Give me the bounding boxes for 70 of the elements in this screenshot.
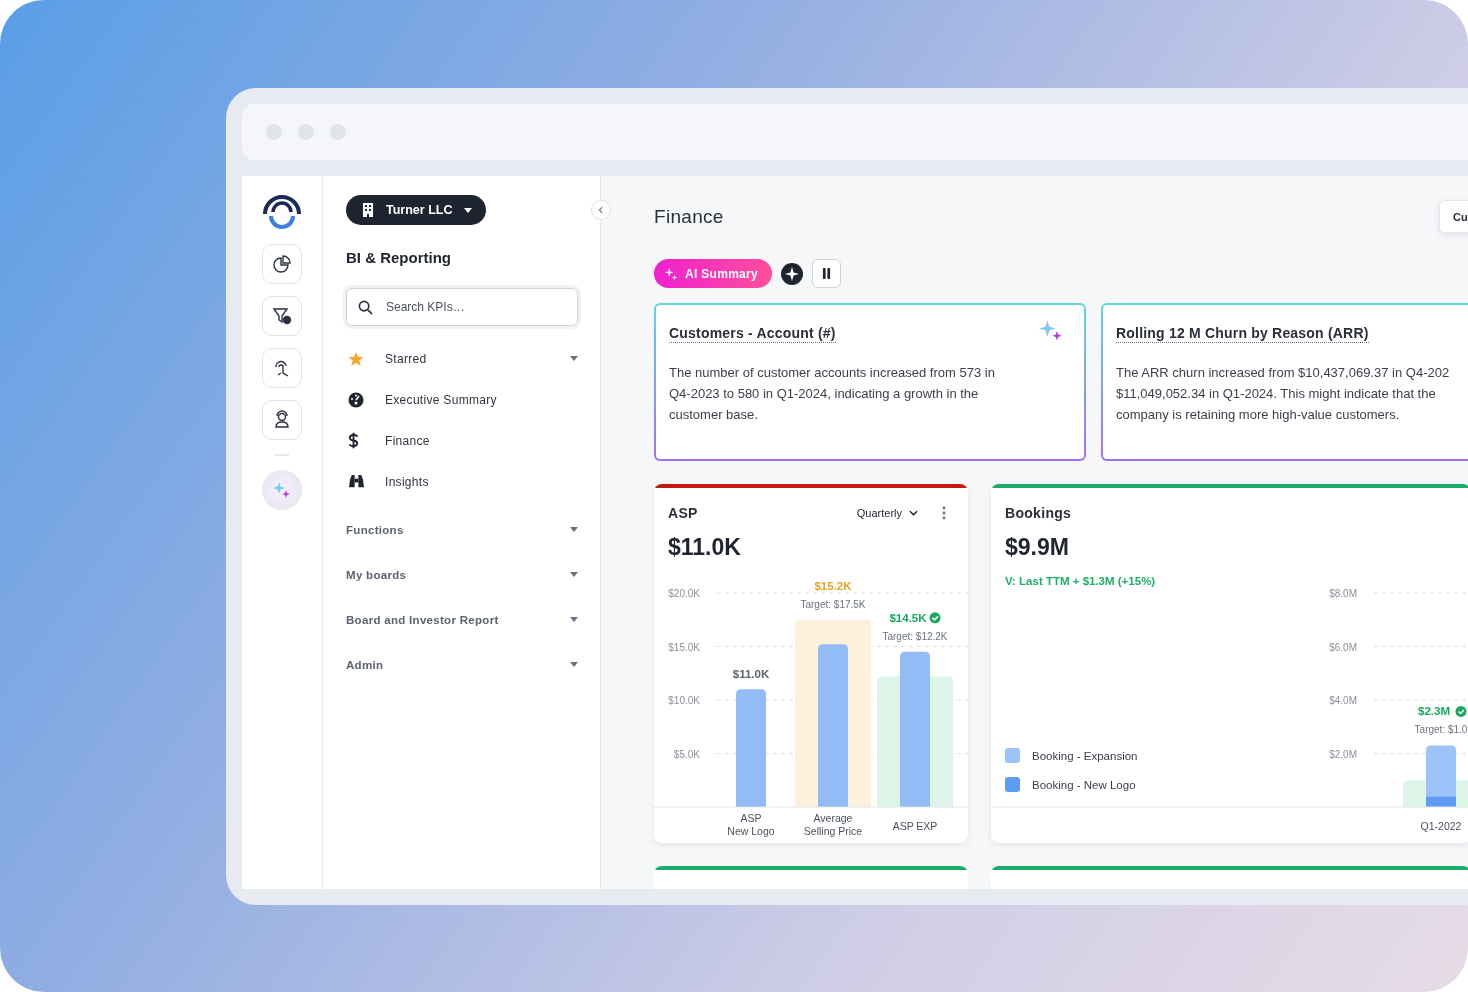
legend-label: Booking - New Logo — [1032, 778, 1136, 791]
axis-label: $5.0K — [673, 748, 700, 760]
check-icon — [929, 612, 941, 624]
gauge-icon — [348, 391, 364, 408]
caret-icon — [570, 356, 578, 361]
org-switcher[interactable]: Turner LLC — [346, 195, 487, 225]
category-label: Average Selling Price — [803, 812, 863, 837]
section-header[interactable]: My boards — [346, 552, 578, 597]
summary-text: The ARR churn increased from $10,437,069.37 in Q4-202 $11,049,052.34 in Q1-2024. This might indicate that the company is retaining more high-value customers. — [1116, 364, 1451, 424]
sidebar-title: BI & Reporting — [346, 249, 452, 266]
summary-title[interactable]: Customers - Account (#) — [669, 325, 836, 343]
metric-title: Bookings — [1005, 505, 1073, 521]
section-header[interactable]: Board and Investor Report — [346, 597, 578, 642]
sparkle-icon[interactable] — [781, 262, 804, 285]
binoculars-icon — [348, 474, 365, 489]
building-icon — [362, 203, 374, 217]
value-label: $2.3M — [1418, 705, 1450, 718]
section-header[interactable]: Admin — [346, 642, 578, 687]
axis-label: $8.0M — [1329, 588, 1357, 599]
section-header[interactable]: Functions — [346, 507, 578, 552]
axis-label: $10.0K — [668, 695, 700, 706]
category-label: Q1-2022 — [1420, 820, 1462, 832]
legend-label: Booking - Expansion — [1032, 749, 1138, 762]
dollar-icon — [348, 432, 359, 449]
sparkle-icon — [664, 266, 678, 281]
value-label: $15.2K — [814, 579, 852, 592]
caret-icon — [464, 207, 473, 213]
target-label: Target: $1.0 — [1414, 724, 1468, 736]
search-input[interactable]: Search KPIs… — [384, 299, 558, 315]
caret-icon — [570, 527, 578, 532]
axis-label: $6.0M — [1329, 641, 1357, 653]
collapse-button[interactable] — [591, 200, 611, 220]
chevron-down-icon — [909, 510, 918, 516]
target-label: Target: $17.5K — [800, 598, 866, 610]
pie-chart-icon[interactable] — [262, 244, 302, 284]
category-label: ASP New Logo — [727, 812, 775, 837]
filter-icon[interactable] — [262, 296, 302, 336]
pause-icon — [822, 268, 832, 279]
value-label: $11.0K — [732, 668, 770, 681]
comparison-text: V: Last TTM + $1.3M (+15%) — [1005, 575, 1156, 587]
nav-item[interactable]: Finance — [346, 420, 578, 461]
nav-item[interactable]: Executive Summary — [346, 379, 578, 420]
axis-label: $20.0K — [668, 588, 700, 599]
summary-title[interactable]: Rolling 12 M Churn by Reason (ARR) — [1116, 325, 1369, 343]
metric-value: $9.9M — [1004, 533, 1070, 562]
value-label: $14.5K — [889, 611, 927, 624]
search-icon — [358, 299, 373, 315]
axis-label: $4.0M — [1329, 695, 1357, 706]
caret-icon — [570, 572, 578, 577]
page-title: Finance — [654, 205, 724, 228]
more-icon[interactable] — [942, 506, 946, 520]
category-label: ASP EXP — [892, 820, 938, 832]
axis-label: $15.0K — [668, 641, 700, 653]
search-field[interactable]: Search KPIs… — [346, 288, 578, 326]
pause-button[interactable] — [812, 259, 842, 288]
target-label: Target: $12.2K — [882, 630, 948, 642]
chevron-left-icon — [597, 206, 605, 214]
summary-text: The number of customer accounts increased from 573 in Q4-2023 to 580 in Q1-2024, indicating a growth in the customer base. — [669, 364, 996, 424]
nav-item[interactable]: Insights — [346, 461, 578, 502]
touch-icon[interactable] — [262, 348, 302, 388]
user-icon[interactable] — [262, 400, 302, 440]
axis-label: $2.0M — [1329, 748, 1357, 760]
nav-item[interactable]: Starred — [346, 338, 578, 379]
caret-icon — [570, 662, 578, 667]
metric-value: $11.0K — [667, 533, 742, 562]
star-icon — [348, 350, 364, 367]
period-dropdown[interactable]: Quarterly — [856, 507, 918, 519]
metric-title: ASP — [668, 505, 699, 521]
caret-icon — [570, 617, 578, 622]
corner-button[interactable]: Cu — [1439, 200, 1468, 233]
